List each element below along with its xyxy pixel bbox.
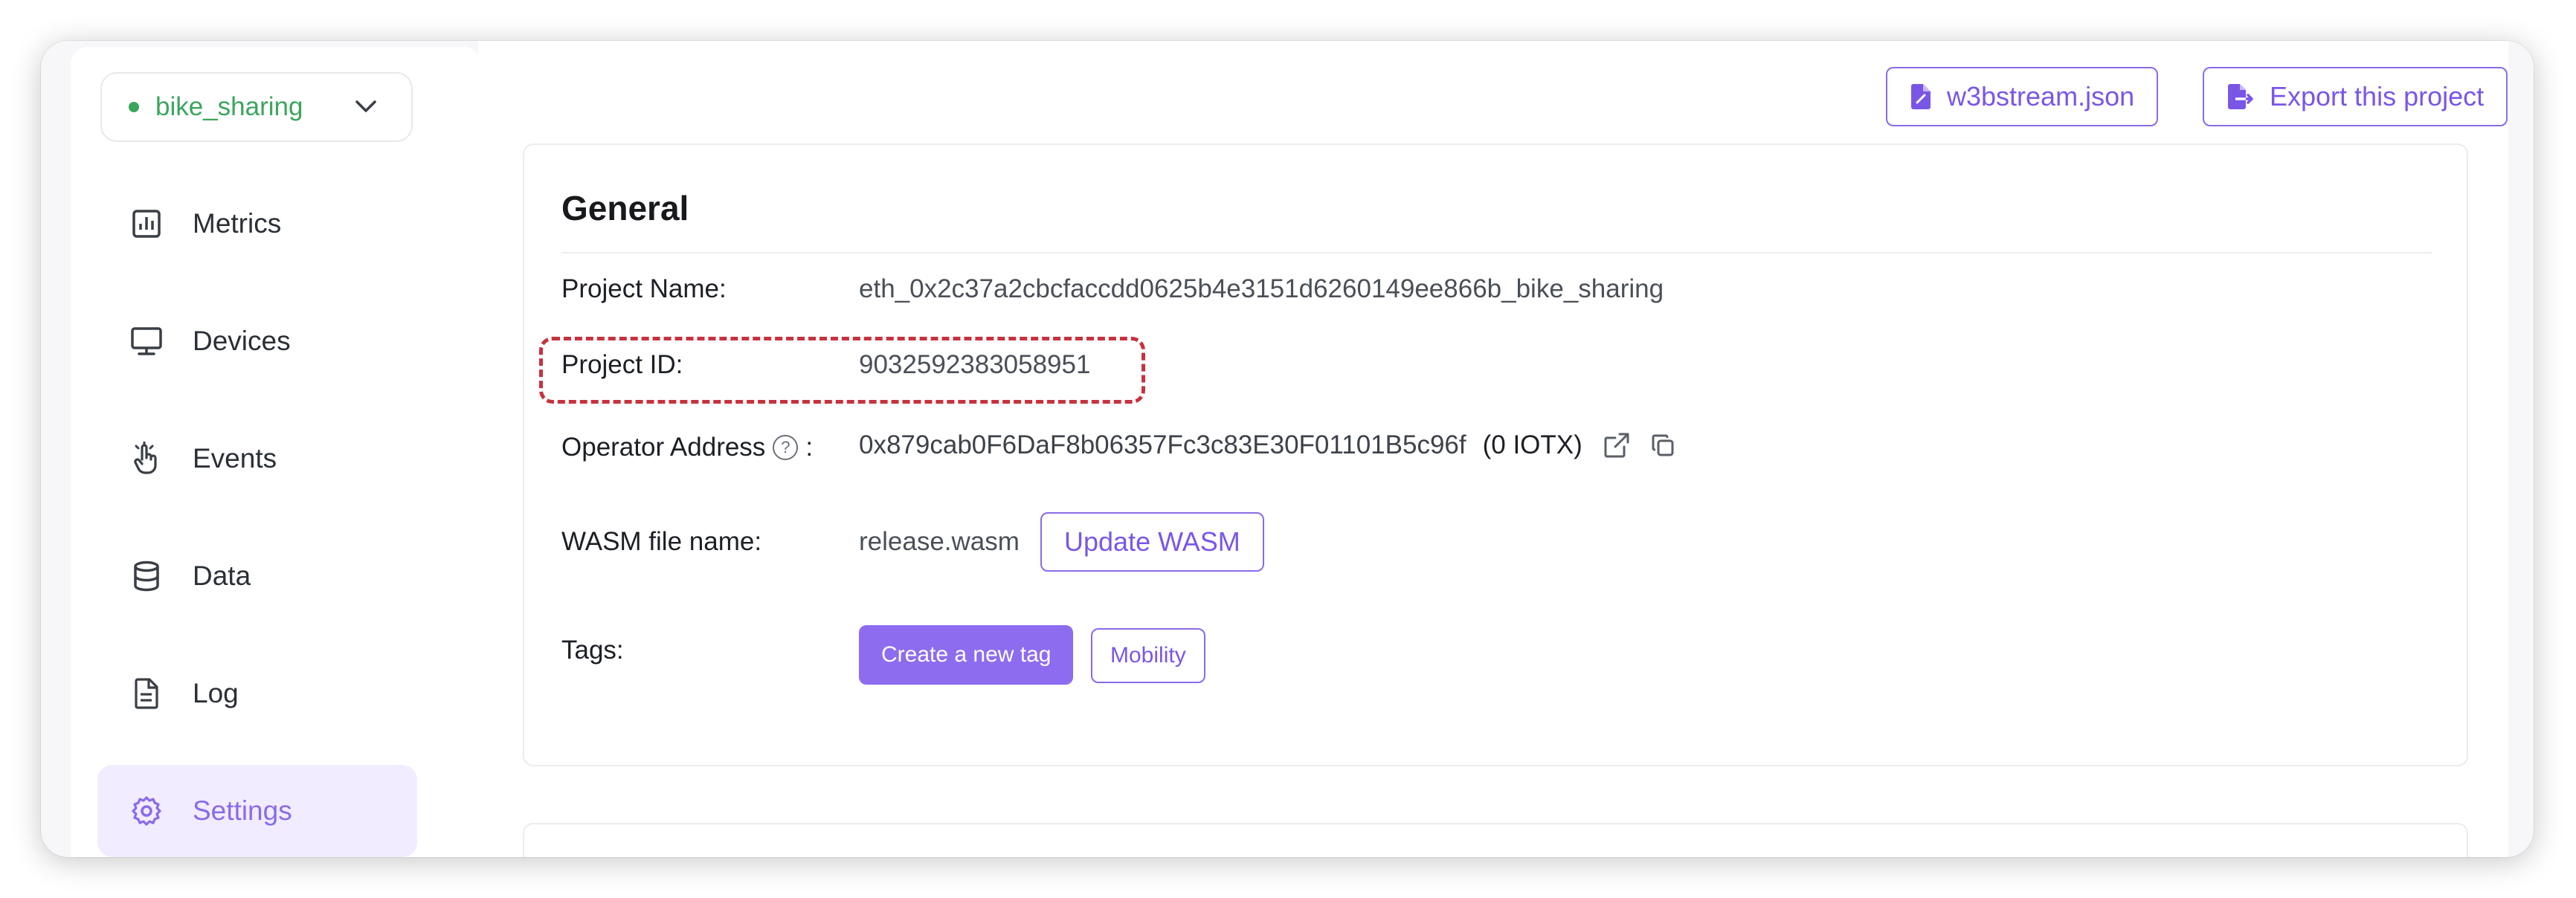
- sidebar-item-label: Metrics: [193, 208, 282, 239]
- help-icon[interactable]: ?: [773, 435, 799, 460]
- next-section-card: [523, 823, 2468, 857]
- gear-icon: [130, 795, 163, 827]
- copy-icon[interactable]: [1651, 433, 1675, 457]
- divider: [561, 252, 2432, 253]
- project-name-label: Project Name:: [561, 274, 727, 303]
- wasm-file-value: release.wasm: [859, 527, 1020, 556]
- database-icon: [130, 560, 163, 592]
- pointer-hand-icon: [130, 442, 163, 475]
- main-content: w3bstream.json Export this project Gener…: [478, 41, 2508, 857]
- export-project-label: Export this project: [2270, 81, 2485, 112]
- operator-colon: :: [805, 433, 814, 462]
- sidebar-item-log[interactable]: Log: [97, 647, 417, 740]
- operator-address-label-text: Operator Address: [561, 433, 766, 462]
- sidebar: bike_sharing Metrics Devices Events Data…: [71, 47, 481, 857]
- sidebar-item-data[interactable]: Data: [97, 530, 417, 622]
- project-name-value: eth_0x2c37a2cbcfaccdd0625b4e3151d6260149…: [859, 274, 1664, 303]
- tag-chip[interactable]: Mobility: [1091, 628, 1205, 683]
- sidebar-item-label: Settings: [193, 795, 292, 826]
- operator-balance: (0 IOTX): [1482, 430, 1582, 459]
- file-text-icon: [130, 677, 163, 710]
- download-json-label: w3bstream.json: [1947, 81, 2135, 112]
- project-id-label: Project ID:: [561, 350, 683, 379]
- export-project-button[interactable]: Export this project: [2203, 67, 2508, 126]
- status-dot: [129, 102, 139, 112]
- general-card: General Project Name: eth_0x2c37a2cbcfac…: [523, 143, 2468, 766]
- external-link-icon[interactable]: [1603, 432, 1630, 459]
- section-title: General: [561, 189, 689, 227]
- file-icon: [1910, 83, 1932, 110]
- chevron-down-icon: [355, 99, 377, 117]
- sidebar-item-label: Log: [193, 678, 239, 708]
- operator-address-value: 0x879cab0F6DaF8b06357Fc3c83E30F01101B5c9…: [859, 430, 1466, 459]
- sidebar-item-label: Devices: [193, 326, 291, 356]
- bar-chart-icon: [130, 207, 163, 240]
- operator-address-row: 0x879cab0F6DaF8b06357Fc3c83E30F01101B5c9…: [859, 430, 1675, 460]
- app-window: bike_sharing Metrics Devices Events Data…: [41, 41, 2534, 857]
- operator-address-label: Operator Address ? :: [561, 433, 813, 462]
- sidebar-item-events[interactable]: Events: [97, 413, 417, 505]
- monitor-icon: [130, 325, 163, 358]
- file-export-icon: [2226, 83, 2255, 110]
- sidebar-item-metrics[interactable]: Metrics: [97, 178, 417, 270]
- download-json-button[interactable]: w3bstream.json: [1886, 67, 2159, 126]
- tags-label: Tags:: [561, 636, 624, 665]
- wasm-file-label: WASM file name:: [561, 527, 762, 556]
- sidebar-item-label: Events: [193, 443, 277, 474]
- project-selector[interactable]: bike_sharing: [100, 72, 413, 142]
- sidebar-item-label: Data: [193, 561, 251, 591]
- project-id-value: 9032592383058951: [859, 350, 1091, 379]
- sidebar-item-devices[interactable]: Devices: [97, 295, 417, 387]
- update-wasm-button[interactable]: Update WASM: [1040, 512, 1264, 572]
- create-tag-button[interactable]: Create a new tag: [859, 625, 1074, 685]
- project-selector-label: bike_sharing: [155, 92, 303, 121]
- sidebar-item-settings[interactable]: Settings: [97, 765, 417, 857]
